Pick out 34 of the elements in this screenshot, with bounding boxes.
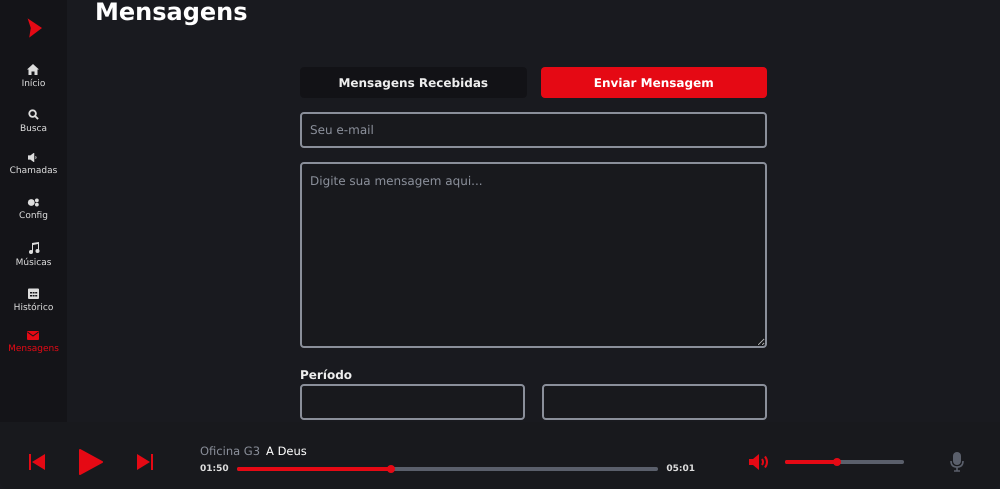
duration-time: 05:01 (666, 464, 695, 474)
tab[interactable]: Mensagens Recebidas (300, 67, 526, 98)
music-note-icon (28, 242, 40, 254)
nav-item[interactable]: Músicas (16, 242, 52, 286)
elapsed-time: 01:50 (200, 464, 229, 474)
gears-icon (27, 198, 40, 206)
page-title: Mensagens (95, 0, 248, 26)
progress-slider[interactable] (236, 466, 658, 470)
nav-item[interactable]: Início (22, 64, 46, 108)
microphone-icon[interactable] (950, 452, 964, 472)
nav-item[interactable]: Config (19, 198, 48, 242)
track-title: A Deus (266, 444, 307, 458)
mail-icon (27, 331, 40, 340)
calendar-icon (28, 286, 39, 298)
next-icon[interactable] (137, 454, 153, 470)
end-date-field[interactable] (542, 384, 767, 420)
nav-item[interactable]: Mensagens (8, 331, 59, 376)
start-date-field[interactable] (300, 384, 525, 420)
message-field[interactable]: Digite sua mensagem aqui... (300, 162, 767, 348)
play-icon[interactable] (79, 448, 103, 474)
email-field[interactable]: Seu e-mail (300, 112, 767, 148)
period-label: Período (300, 368, 354, 382)
previous-icon[interactable] (29, 454, 45, 470)
artist-name: Oficina G3 (200, 444, 260, 458)
logo-icon (26, 18, 42, 38)
speaker-icon (28, 153, 38, 162)
nav-item[interactable]: Histórico (14, 286, 54, 331)
tab[interactable]: Enviar Mensagem (540, 67, 767, 98)
volume-icon[interactable] (749, 452, 771, 470)
nav-item[interactable]: Chamadas (10, 153, 58, 198)
search-icon (28, 108, 39, 120)
volume-slider[interactable] (785, 460, 904, 464)
home-icon (27, 64, 40, 75)
nav-item[interactable]: Busca (20, 108, 48, 153)
